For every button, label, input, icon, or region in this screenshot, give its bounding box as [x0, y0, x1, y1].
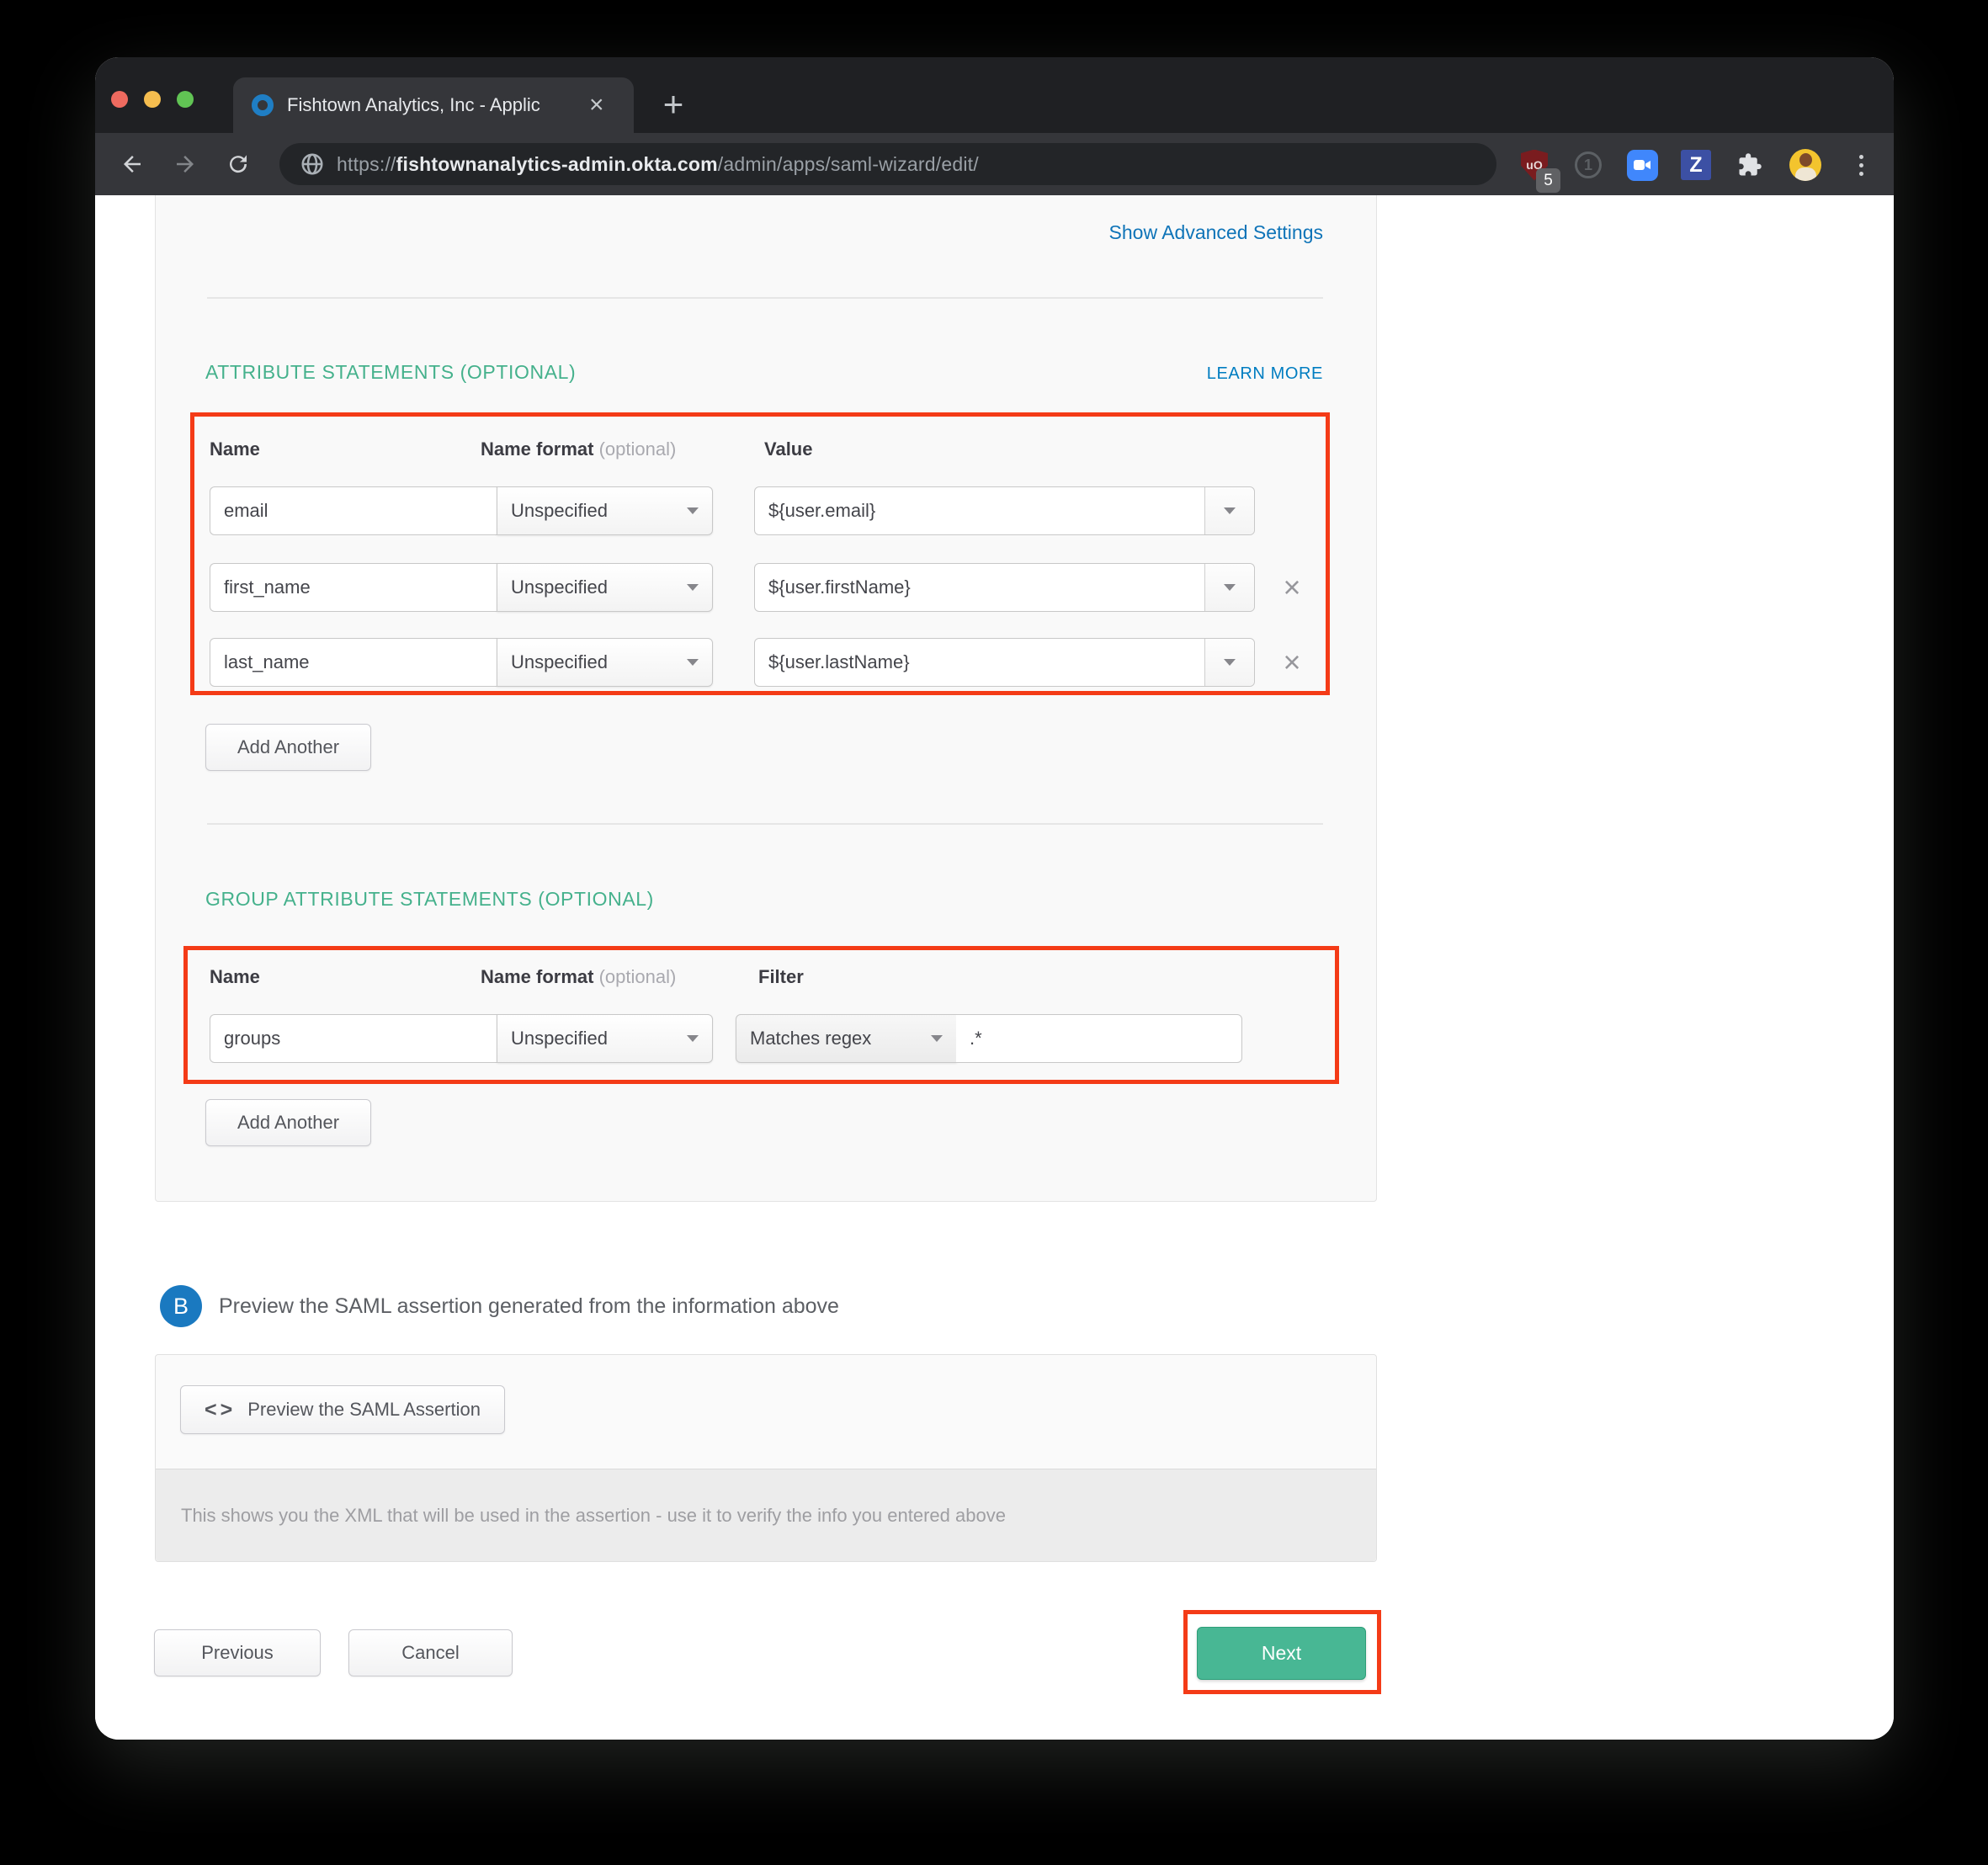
value-dropdown-button[interactable] — [1204, 564, 1254, 611]
learn-more-link[interactable]: LEARN MORE — [1207, 364, 1323, 384]
group-filter-value-input[interactable] — [956, 1014, 1242, 1063]
column-header-value: Value — [764, 438, 812, 460]
screenshot-background: Fishtown Analytics, Inc - Applic × + — [0, 0, 1988, 1865]
close-window-button[interactable] — [111, 91, 128, 108]
previous-button[interactable]: Previous — [154, 1629, 321, 1676]
delete-row-icon[interactable]: × — [1273, 563, 1310, 612]
column-header-name-format: Name format (optional) — [481, 438, 676, 460]
browser-menu-icon[interactable] — [1844, 148, 1878, 182]
group-name-input[interactable] — [210, 1014, 497, 1063]
preview-saml-assertion-button[interactable]: <> Preview the SAML Assertion — [180, 1385, 505, 1434]
chevron-down-icon — [1224, 659, 1236, 666]
delete-row-icon[interactable]: × — [1273, 638, 1310, 687]
zoom-extension-icon[interactable] — [1625, 148, 1659, 182]
column-header-filter: Filter — [758, 966, 804, 988]
attr-name-input[interactable] — [210, 563, 497, 612]
value-dropdown-button[interactable] — [1204, 487, 1254, 534]
attr-format-select[interactable]: Unspecified — [497, 563, 713, 612]
cancel-button[interactable]: Cancel — [348, 1629, 513, 1676]
column-header-name: Name — [210, 438, 260, 460]
attr-name-input[interactable] — [210, 638, 497, 687]
minimize-window-button[interactable] — [144, 91, 161, 108]
group-attribute-statements-title: GROUP ATTRIBUTE STATEMENTS (OPTIONAL) — [205, 888, 654, 911]
preview-section-title: Preview the SAML assertion generated fro… — [219, 1294, 839, 1319]
maximize-window-button[interactable] — [177, 91, 194, 108]
ublock-badge: 5 — [1536, 168, 1560, 193]
attr-value-combo[interactable] — [754, 563, 1255, 612]
window-controls — [111, 91, 194, 108]
attr-format-select[interactable]: Unspecified — [497, 486, 713, 535]
ublock-extension-icon[interactable]: uO 5 — [1518, 148, 1551, 182]
profile-avatar[interactable] — [1789, 148, 1822, 182]
url-text: https://fishtownanalytics-admin.okta.com… — [337, 153, 979, 176]
browser-tab[interactable]: Fishtown Analytics, Inc - Applic × — [233, 77, 634, 133]
column-header-name: Name — [210, 966, 260, 988]
attr-name-input[interactable] — [210, 486, 497, 535]
chevron-down-icon — [687, 584, 699, 591]
forward-button[interactable] — [171, 150, 199, 178]
site-info-globe-icon[interactable] — [300, 151, 325, 177]
tab-title: Fishtown Analytics, Inc - Applic — [287, 94, 540, 115]
value-dropdown-button[interactable] — [1204, 639, 1254, 686]
preview-note-text: This shows you the XML that will be used… — [181, 1505, 1006, 1527]
reload-button[interactable] — [224, 150, 252, 178]
tab-close-icon[interactable]: × — [589, 93, 604, 118]
okta-favicon-icon — [252, 94, 274, 116]
group-format-select[interactable]: Unspecified — [497, 1014, 713, 1063]
chevron-down-icon — [687, 659, 699, 666]
back-button[interactable] — [118, 150, 146, 178]
attr-value-input[interactable] — [755, 487, 1204, 534]
attr-value-combo[interactable] — [754, 486, 1255, 535]
browser-toolbar: https://fishtownanalytics-admin.okta.com… — [95, 133, 1894, 195]
attr-value-combo[interactable] — [754, 638, 1255, 687]
browser-window: Fishtown Analytics, Inc - Applic × + — [95, 57, 1894, 1740]
chevron-down-icon — [687, 507, 699, 514]
tab-strip: Fishtown Analytics, Inc - Applic × + — [95, 57, 1894, 133]
onepassword-extension-icon[interactable]: 1 — [1571, 148, 1605, 182]
attr-value-input[interactable] — [755, 564, 1204, 611]
url-bar[interactable]: https://fishtownanalytics-admin.okta.com… — [279, 143, 1496, 185]
preview-note-strip: This shows you the XML that will be used… — [156, 1469, 1376, 1561]
attr-format-select[interactable]: Unspecified — [497, 638, 713, 687]
chevron-down-icon — [931, 1035, 943, 1042]
page-content: Show Advanced Settings ATTRIBUTE STATEME… — [95, 195, 1894, 1740]
extensions-puzzle-icon[interactable] — [1733, 148, 1767, 182]
attr-value-input[interactable] — [755, 639, 1204, 686]
add-another-attribute-button[interactable]: Add Another — [205, 724, 371, 771]
z-extension-icon[interactable]: Z — [1679, 148, 1713, 182]
attribute-statements-title: ATTRIBUTE STATEMENTS (OPTIONAL) — [205, 361, 576, 384]
chevron-down-icon — [1224, 507, 1236, 514]
code-brackets-icon: <> — [205, 1398, 236, 1422]
next-button[interactable]: Next — [1197, 1627, 1366, 1680]
new-tab-button[interactable]: + — [654, 81, 693, 128]
column-header-name-format: Name format (optional) — [481, 966, 676, 988]
divider — [207, 297, 1323, 299]
show-advanced-settings-link[interactable]: Show Advanced Settings — [1109, 221, 1323, 244]
step-b-badge: B — [160, 1285, 202, 1327]
chevron-down-icon — [687, 1035, 699, 1042]
divider — [207, 823, 1323, 825]
chevron-down-icon — [1224, 584, 1236, 591]
group-filter-type-select[interactable]: Matches regex — [736, 1014, 957, 1063]
add-another-group-attribute-button[interactable]: Add Another — [205, 1099, 371, 1146]
